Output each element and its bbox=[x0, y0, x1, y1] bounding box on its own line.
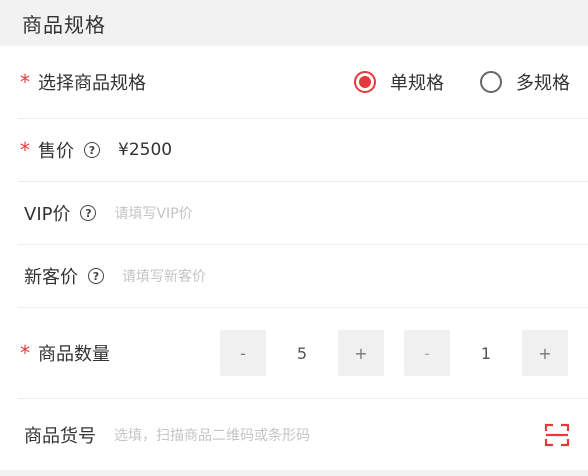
sku-label: 商品货号 bbox=[24, 425, 96, 447]
question-circle-icon[interactable]: ? bbox=[88, 268, 104, 284]
quantity-stepper: - 5 + bbox=[220, 330, 384, 376]
quantity-row: * 商品数量 - 5 + - 1 + bbox=[0, 308, 588, 398]
stepper-minus-button[interactable]: - bbox=[404, 330, 450, 376]
quantity-stepper: - 1 + bbox=[404, 330, 568, 376]
spec-row: * 选择商品规格 单规格 多规格 bbox=[0, 46, 588, 118]
radio-single-spec-label: 单规格 bbox=[390, 73, 444, 94]
stepper-minus-button[interactable]: - bbox=[220, 330, 266, 376]
form-card: * 选择商品规格 单规格 多规格 * 售价 ? ¥2500 VIP价 ? 请填写… bbox=[0, 46, 588, 470]
vip-price-row: VIP价 ? 请填写VIP价 bbox=[0, 182, 588, 244]
section-title: 商品规格 bbox=[22, 12, 106, 37]
new-customer-price-label: 新客价 bbox=[24, 267, 78, 288]
stepper-plus-button[interactable]: + bbox=[522, 330, 568, 376]
required-mark: * bbox=[20, 341, 30, 365]
vip-price-label: VIP价 bbox=[24, 204, 71, 225]
spec-radio-group: 单规格 多规格 bbox=[318, 69, 570, 95]
price-row: * 售价 ? ¥2500 bbox=[0, 119, 588, 181]
stepper-plus-button[interactable]: + bbox=[338, 330, 384, 376]
price-input[interactable]: ¥2500 bbox=[118, 140, 172, 160]
scan-icon[interactable] bbox=[544, 422, 570, 448]
radio-multi-spec-label: 多规格 bbox=[516, 73, 570, 94]
bottom-strip bbox=[0, 470, 588, 476]
price-label: 售价 bbox=[38, 141, 74, 162]
spec-label: 选择商品规格 bbox=[38, 73, 146, 94]
vip-price-input[interactable]: 请填写VIP价 bbox=[114, 203, 192, 223]
radio-unchecked-icon[interactable] bbox=[480, 71, 502, 93]
radio-checked-icon[interactable] bbox=[354, 71, 376, 93]
sku-row: 商品货号 选填，扫描商品二维码或条形码 bbox=[0, 399, 588, 470]
new-customer-price-row: 新客价 ? 请填写新客价 bbox=[0, 245, 588, 307]
quantity-label: 商品数量 bbox=[38, 344, 110, 365]
stepper-value-input[interactable]: 1 bbox=[450, 330, 522, 376]
sku-input[interactable]: 选填，扫描商品二维码或条形码 bbox=[114, 425, 310, 445]
radio-multi-spec[interactable]: 多规格 bbox=[480, 69, 570, 95]
required-mark: * bbox=[20, 70, 30, 94]
stepper-value-input[interactable]: 5 bbox=[266, 330, 338, 376]
product-spec-form: 商品规格 * 选择商品规格 单规格 多规格 * 售价 ? ¥2500 VIP价 … bbox=[0, 0, 588, 476]
section-header: 商品规格 bbox=[0, 0, 588, 46]
required-mark: * bbox=[20, 138, 30, 162]
radio-single-spec[interactable]: 单规格 bbox=[354, 69, 444, 95]
question-circle-icon[interactable]: ? bbox=[80, 205, 97, 221]
new-customer-price-input[interactable]: 请填写新客价 bbox=[122, 266, 206, 286]
question-circle-icon[interactable]: ? bbox=[84, 142, 100, 158]
